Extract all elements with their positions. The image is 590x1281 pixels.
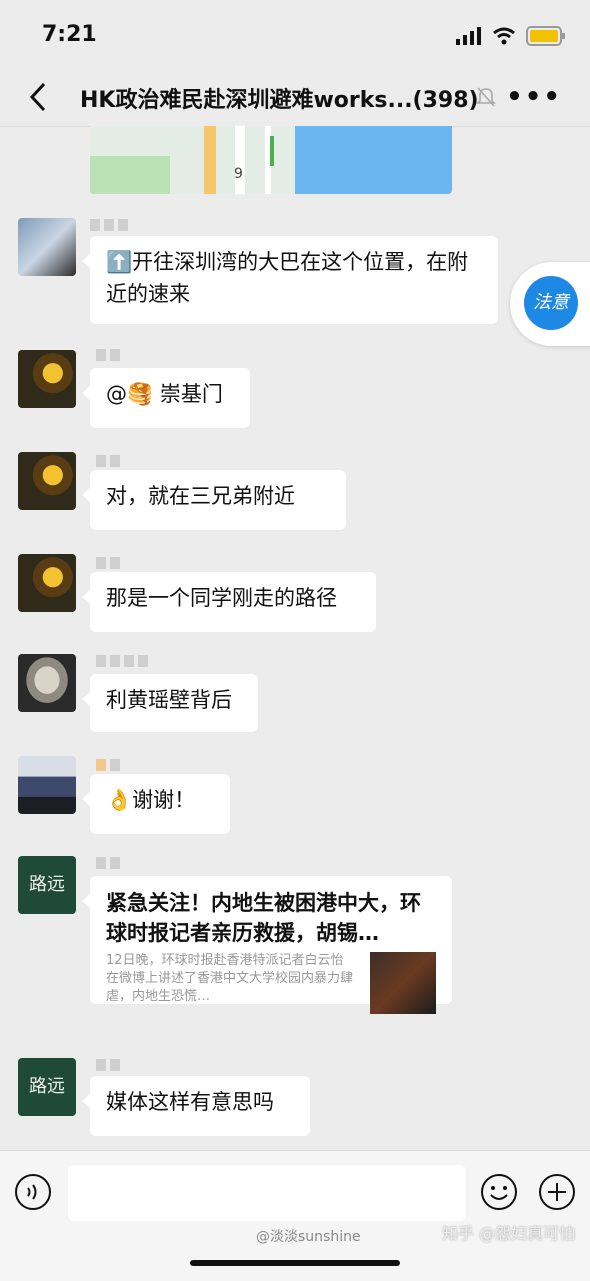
battery-icon <box>526 26 565 46</box>
avatar-text: 路远 <box>29 1076 65 1097</box>
message-bubble[interactable]: @🥞 崇基门 <box>82 368 250 428</box>
sender-nickname-blurred <box>96 652 152 667</box>
sender-nickname-blurred <box>96 452 124 467</box>
avatar[interactable] <box>18 554 76 612</box>
pancake-emoji-icon: 🥞 <box>127 382 154 406</box>
chat-title: HK政治难民赴深圳避难works...(398) <box>80 88 479 113</box>
avatar[interactable] <box>18 654 76 712</box>
sender-nickname-blurred <box>96 554 124 569</box>
sender-nickname-blurred <box>90 216 132 231</box>
mention-prefix: @ <box>106 382 127 406</box>
message-text: 对，就在三兄弟附近 <box>106 484 295 508</box>
avatar-text: 路远 <box>29 874 65 895</box>
message-text: 谢谢！ <box>132 788 196 812</box>
home-indicator <box>190 1260 400 1266</box>
link-thumbnail <box>370 952 436 1014</box>
message-text: 利黄瑶壁背后 <box>106 688 232 712</box>
message-text: 崇基门 <box>153 382 223 406</box>
message-bubble[interactable]: ⬆️开往深圳湾的大巴在这个位置，在附近的速来 <box>82 236 498 324</box>
signal-icon <box>456 27 481 45</box>
link-title: 紧急关注！内地生被困港中大，环球时报记者亲历救援，胡锡… <box>106 891 421 945</box>
back-arrow-icon[interactable] <box>24 80 54 114</box>
up-arrow-emoji-icon: ⬆️ <box>106 250 133 274</box>
voice-input-icon[interactable] <box>14 1173 52 1211</box>
avatar[interactable] <box>18 350 76 408</box>
add-more-icon[interactable] <box>538 1173 576 1211</box>
chat-header: HK政治难民赴深圳避难works...(398) ••• <box>0 68 590 127</box>
message-bubble[interactable]: 那是一个同学刚走的路径 <box>82 572 376 632</box>
link-card[interactable]: 紧急关注！内地生被困港中大，环球时报记者亲历救援，胡锡… 12日晚，环球时报赴香… <box>82 876 452 1014</box>
message-input[interactable] <box>68 1165 466 1221</box>
avatar[interactable]: 路远 <box>18 856 76 914</box>
message-bubble[interactable]: 利黄瑶壁背后 <box>82 674 258 732</box>
link-description: 12日晚，环球时报赴香港特派记者白云怡在微博上讲述了香港中文大学校园内暴力肆虐，… <box>106 953 354 1004</box>
status-bar: 7:21 <box>0 0 590 68</box>
status-time: 7:21 <box>42 22 97 47</box>
sender-nickname-blurred <box>96 346 124 361</box>
message-text: 开往深圳湾的大巴在这个位置，在附近的速来 <box>106 250 469 306</box>
emoji-icon[interactable] <box>480 1173 518 1211</box>
message-bubble[interactable]: 对，就在三兄弟附近 <box>82 470 346 530</box>
sender-nickname-blurred <box>96 1056 124 1071</box>
mute-bell-icon <box>476 87 496 107</box>
sender-nickname-blurred <box>96 756 124 771</box>
map-road-label: 9 <box>234 166 243 182</box>
ok-hand-emoji-icon: 👌 <box>106 788 133 812</box>
message-bubble[interactable]: 媒体这样有意思吗 <box>82 1076 310 1136</box>
floating-widget[interactable]: 法意 <box>510 262 590 346</box>
status-icons <box>456 26 566 46</box>
avatar[interactable] <box>18 756 76 814</box>
avatar[interactable] <box>18 452 76 510</box>
location-map-thumbnail[interactable]: 9 <box>90 126 452 194</box>
avatar[interactable] <box>18 218 76 276</box>
avatar[interactable]: 路远 <box>18 1058 76 1116</box>
message-text: 媒体这样有意思吗 <box>106 1090 274 1114</box>
fayi-logo-icon: 法意 <box>524 276 578 330</box>
wifi-icon <box>493 27 515 45</box>
message-text: 那是一个同学刚走的路径 <box>106 586 337 610</box>
more-options-icon[interactable]: ••• <box>506 82 562 112</box>
message-bubble[interactable]: 👌谢谢！ <box>82 774 230 834</box>
zhihu-watermark: 知乎 @怨妇真可怕 <box>442 1224 576 1243</box>
sender-nickname-blurred <box>96 854 124 869</box>
weibo-watermark: @淡淡sunshine <box>256 1229 361 1245</box>
